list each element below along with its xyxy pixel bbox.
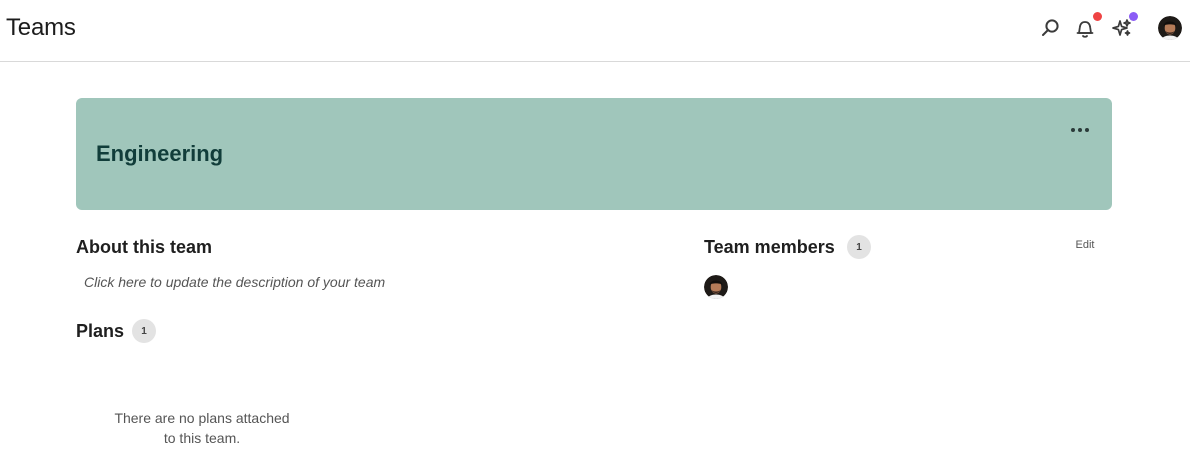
dot-icon (1071, 128, 1075, 132)
empty-plans-line-1: There are no plans attached (114, 410, 290, 426)
notification-dot (1093, 12, 1102, 21)
member-avatar[interactable] (704, 275, 728, 299)
empty-plans-message: There are no plans attached to this team… (102, 408, 302, 448)
plans-heading: Plans (76, 321, 125, 341)
edit-members-button[interactable]: Edit (1070, 239, 1100, 255)
team-description-link[interactable]: Click here to update the description of … (84, 274, 385, 290)
empty-plans-line-2: to this team. (163, 430, 241, 446)
search-icon[interactable] (1038, 16, 1062, 40)
top-bar: Teams (0, 0, 1190, 62)
dot-icon (1085, 128, 1089, 132)
plans-count-badge: 1 (132, 319, 156, 343)
more-horizontal-icon[interactable] (1068, 122, 1092, 138)
avatar[interactable] (1158, 16, 1182, 40)
about-team-heading: About this team (76, 237, 213, 257)
team-banner: Engineering (76, 98, 1112, 210)
ai-dot (1129, 12, 1138, 21)
page-title: Teams (6, 14, 76, 41)
team-name: Engineering (96, 141, 224, 166)
members-count-badge: 1 (847, 235, 871, 259)
team-members-heading: Team members (704, 237, 835, 257)
dot-icon (1078, 128, 1082, 132)
